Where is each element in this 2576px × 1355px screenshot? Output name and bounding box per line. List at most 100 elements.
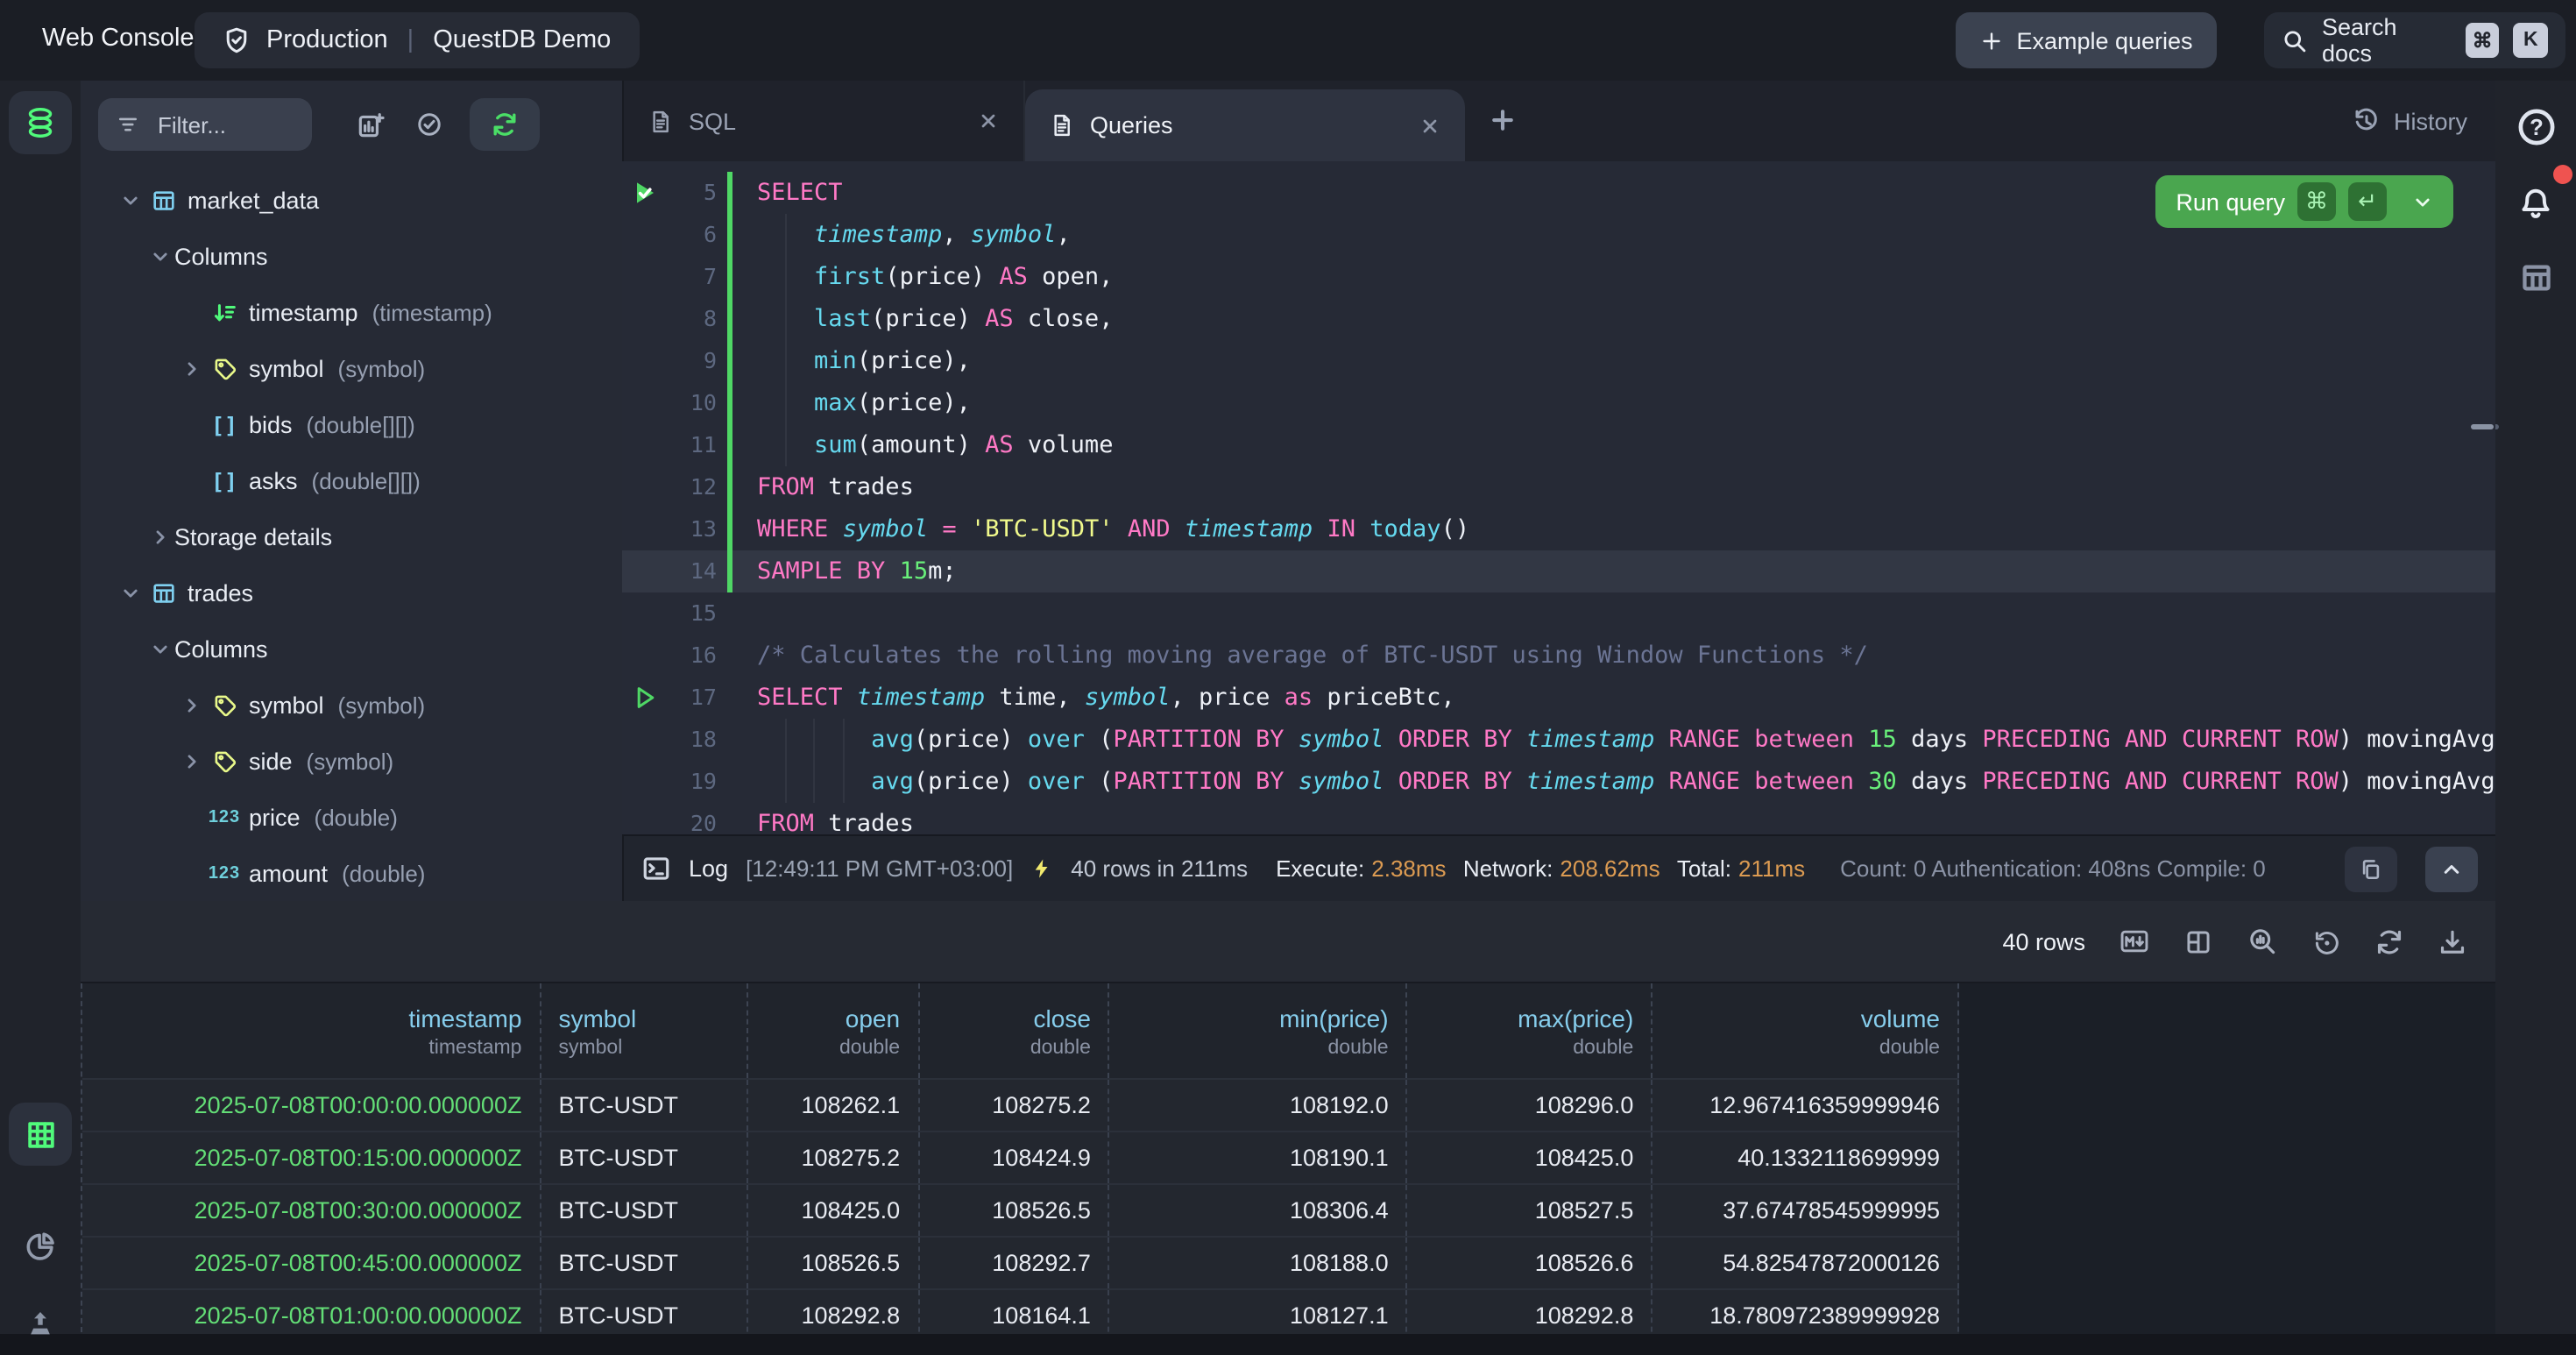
tree-item-columns[interactable]: Columns [81, 228, 622, 284]
tree-item-symbol[interactable]: symbol(symbol) [81, 340, 622, 396]
copy-log-button[interactable] [2345, 846, 2397, 891]
environment-badge[interactable]: Production | QuestDB Demo [195, 12, 639, 68]
refresh-schema-button[interactable] [470, 98, 540, 151]
layout-grid-button[interactable] [2183, 926, 2213, 956]
chart-view-button[interactable] [9, 1213, 72, 1276]
query-success-marker[interactable] [631, 179, 659, 207]
add-metrics-button[interactable] [340, 98, 400, 151]
tree-item-type: (symbol) [338, 692, 426, 718]
tree-item-bids[interactable]: []bids(double[][]) [81, 396, 622, 452]
cell-open: 108275.2 [747, 1132, 919, 1183]
chevron-right-icon[interactable] [177, 695, 205, 714]
line-number: 10 [622, 382, 717, 424]
execute-value: 2.38ms [1371, 855, 1446, 882]
chevron-down-icon[interactable] [116, 190, 144, 209]
results-toolbar: 40 rows [81, 901, 2495, 983]
badge-divider: | [407, 26, 414, 54]
tree-item-symbol[interactable]: symbol(symbol) [81, 677, 622, 733]
chevron-right-icon[interactable] [146, 527, 174, 546]
tree-item-columns[interactable]: Columns [81, 621, 622, 677]
chevron-right-icon[interactable] [177, 358, 205, 378]
cell-open: 108425.0 [747, 1185, 919, 1236]
run-query-button[interactable]: Run query ⌘ ↵ [2155, 175, 2453, 228]
restore-button[interactable] [2311, 926, 2341, 956]
column-header-max-price-[interactable]: max(price)double [1408, 983, 1653, 1078]
markdown-export-button[interactable] [2119, 926, 2150, 957]
tree-item-asks[interactable]: []asks(double[][]) [81, 452, 622, 508]
notifications-button[interactable] [2504, 172, 2567, 235]
results-grid[interactable]: timestamptimestampsymbolsymbolopendouble… [81, 983, 1959, 1334]
k-key-badge: K [2514, 23, 2548, 58]
tables-panel-button[interactable] [9, 91, 72, 154]
table-row[interactable]: 2025-07-08T00:30:00.000000ZBTC-USDT10842… [82, 1183, 1959, 1236]
table-icon [144, 187, 182, 213]
line-number: 9 [622, 340, 717, 382]
chart-search-button[interactable] [2247, 926, 2278, 957]
refresh-data-button[interactable] [2374, 926, 2404, 956]
tree-item-price[interactable]: 123price(double) [81, 789, 622, 845]
filter-field[interactable] [98, 98, 312, 151]
chevron-down-icon[interactable] [146, 639, 174, 658]
panel-table-icon [2519, 260, 2552, 294]
search-docs-label: Search docs [2322, 14, 2451, 67]
line-number: 16 [622, 635, 717, 677]
checked-tables-button[interactable] [400, 98, 459, 151]
tree-item-amount[interactable]: 123amount(double) [81, 845, 622, 901]
tree-item-label: timestamp [249, 299, 358, 325]
tag-icon [205, 355, 244, 381]
tree-item-market-data[interactable]: market_data [81, 172, 622, 228]
table-row[interactable]: 2025-07-08T00:00:00.000000ZBTC-USDT10826… [82, 1078, 1959, 1131]
editor-tabstrip: SQL Queries History [622, 81, 2495, 161]
grid-view-button[interactable] [9, 1103, 72, 1166]
table-row[interactable]: 2025-07-08T00:45:00.000000ZBTC-USDT10852… [82, 1236, 1959, 1288]
chevron-down-icon[interactable] [2413, 192, 2432, 211]
tab-queries[interactable]: Queries [1025, 89, 1465, 161]
collapse-log-button[interactable] [2425, 846, 2478, 891]
code-line-10: 10 max(price), [622, 382, 2495, 424]
cell-close: 108164.1 [919, 1290, 1110, 1334]
chevron-down-icon[interactable] [116, 583, 144, 602]
filter-input[interactable] [154, 110, 277, 139]
tree-item-trades[interactable]: trades [81, 564, 622, 621]
tree-item-label: price [249, 804, 301, 830]
history-button[interactable]: History [2352, 81, 2467, 161]
import-button[interactable] [9, 1292, 72, 1355]
code-line-14: 14SAMPLE BY 15m; [622, 550, 2495, 592]
close-icon[interactable] [1419, 115, 1440, 136]
tree-item-timestamp[interactable]: timestamp(timestamp) [81, 284, 622, 340]
column-header-close[interactable]: closedouble [919, 983, 1110, 1078]
new-tab-button[interactable] [1490, 107, 1516, 133]
help-button[interactable]: ? [2504, 95, 2567, 158]
tree-item-side[interactable]: side(symbol) [81, 733, 622, 789]
download-button[interactable] [2438, 926, 2467, 956]
tree-item-label: Columns [174, 635, 268, 662]
sql-editor[interactable]: 5SELECT6 timestamp, symbol,7 first(price… [622, 161, 2495, 834]
column-header-open[interactable]: opendouble [747, 983, 919, 1078]
copy-icon [2359, 856, 2383, 881]
editor-scrollbar[interactable] [2471, 424, 2494, 429]
tree-item-storage-details[interactable]: Storage details [81, 508, 622, 564]
column-header-volume[interactable]: volumedouble [1652, 983, 1959, 1078]
chevron-up-icon [2441, 858, 2462, 879]
code-line-16: 16/* Calculates the rolling moving avera… [622, 635, 2495, 677]
pie-chart-icon [24, 1228, 57, 1261]
chevron-down-icon[interactable] [146, 246, 174, 266]
svg-text:?: ? [2529, 115, 2543, 139]
table-row[interactable]: 2025-07-08T00:15:00.000000ZBTC-USDT10827… [82, 1131, 1959, 1183]
tree-item-type: (double[][]) [307, 411, 415, 437]
chevron-right-icon[interactable] [177, 751, 205, 770]
line-number: 18 [622, 719, 717, 761]
column-header-symbol[interactable]: symbolsymbol [541, 983, 747, 1078]
result-panel-button[interactable] [2504, 245, 2567, 309]
bell-icon [2518, 186, 2553, 221]
markdown-export-icon [2119, 926, 2150, 957]
run-line-marker[interactable] [631, 684, 659, 712]
column-header-timestamp[interactable]: timestamptimestamp [82, 983, 541, 1078]
example-queries-button[interactable]: Example queries [1956, 12, 2217, 68]
table-row[interactable]: 2025-07-08T01:00:00.000000ZBTC-USDT10829… [82, 1288, 1959, 1334]
close-icon[interactable] [978, 110, 999, 131]
tab-sql[interactable]: SQL [624, 81, 1025, 161]
search-docs-button[interactable]: Search docs ⌘ K [2264, 12, 2565, 68]
history-icon [2352, 107, 2380, 135]
column-header-min-price-[interactable]: min(price)double [1110, 983, 1408, 1078]
